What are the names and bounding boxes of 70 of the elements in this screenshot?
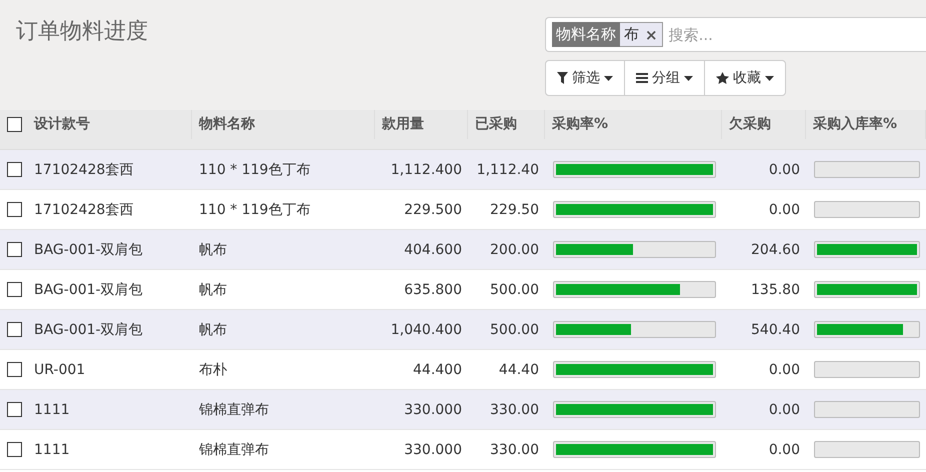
table-cell-text: 1,040.400 [390,320,463,340]
checkbox[interactable] [7,402,22,417]
table-cell-text: 0.00 [768,360,801,380]
table-cell-text: 500.00 [489,320,540,340]
table-cell-text: 500.00 [489,280,540,300]
facet-tag: 布 × [620,22,663,47]
table-cell-text: 135.80 [750,280,801,300]
table-cell-text: 锦棉直弹布 [198,400,270,420]
column-header[interactable]: 已采购 [468,110,545,138]
page-title: 订单物料进度 [15,18,149,46]
table-cell-text: 1,112.400 [390,160,463,180]
table-cell-text: 229.50 [489,200,540,220]
table-cell-text: BAG-001-双肩包 [33,280,144,300]
column-header[interactable]: 欠采购 [722,110,806,138]
table-cell-text: UR-001 [33,360,86,380]
column-header[interactable]: 设计款号 [27,110,192,138]
table-cell-text: 204.60 [750,240,801,260]
checkbox[interactable] [7,282,22,297]
table-cell-text: 110 * 119色丁布 [198,200,312,220]
table-cell-text: 635.800 [403,280,463,300]
table-cell-text: 44.40 [498,360,540,380]
column-header[interactable]: 采购率% [545,110,722,138]
table-cell-text: 1111 [33,400,71,420]
checkbox[interactable] [7,362,22,377]
table-cell-text: 布朴 [198,360,228,380]
table-cell-text: 0.00 [768,400,801,420]
table-cell-text: 锦棉直弹布 [198,440,270,460]
table-cell-text: 540.40 [750,320,801,340]
caret-icon [765,76,774,80]
close-icon[interactable]: × [645,26,658,44]
table-cell-text: 330.00 [489,440,540,460]
checkbox[interactable] [7,322,22,337]
checkbox[interactable] [7,116,22,132]
table-cell-text: 330.00 [489,400,540,420]
column-header[interactable]: 采购入库率% [806,110,926,138]
table-cell-text: 17102428套西 [33,200,134,220]
table-cell-text: BAG-001-双肩包 [33,320,144,340]
group-button[interactable]: 分组 [624,60,705,96]
checkbox[interactable] [7,162,22,177]
table-cell-text: 110 * 119色丁布 [198,160,312,180]
caret-icon [684,76,693,80]
table-cell-text: 帆布 [198,240,228,260]
star-icon [716,72,729,84]
table-cell-text: 1,112.40 [476,160,540,180]
filter-button[interactable]: 筛选 [545,60,625,96]
caret-icon [604,76,613,80]
table-cell-text: 330.000 [403,440,463,460]
column-header[interactable]: 款用量 [375,110,468,138]
checkbox[interactable] [7,442,22,457]
table-cell-text: 200.00 [489,240,540,260]
column-header[interactable]: 物料名称 [192,110,375,138]
favorite-button[interactable]: 收藏 [704,60,786,96]
table-cell-text: 44.400 [412,360,463,380]
checkbox[interactable] [7,242,22,257]
checkbox[interactable] [7,202,22,217]
table-cell-text: BAG-001-双肩包 [33,240,144,260]
table-cell-text: 0.00 [768,440,801,460]
table-cell-text: 0.00 [768,200,801,220]
table-cell-text: 330.000 [403,400,463,420]
filter-icon [557,72,568,84]
search-box[interactable]: 物料名称 布 × 搜索... [545,17,926,52]
table-cell-text: 17102428套西 [33,160,134,180]
table-cell-text: 0.00 [768,160,801,180]
table-cell-text: 404.600 [403,240,463,260]
table-cell-text: 帆布 [198,280,228,300]
facet-label: 物料名称 [552,22,620,47]
table-cell-text: 229.500 [403,200,463,220]
menu-icon [636,73,648,83]
table-cell-text: 帆布 [198,320,228,340]
table-cell-text: 1111 [33,440,71,460]
